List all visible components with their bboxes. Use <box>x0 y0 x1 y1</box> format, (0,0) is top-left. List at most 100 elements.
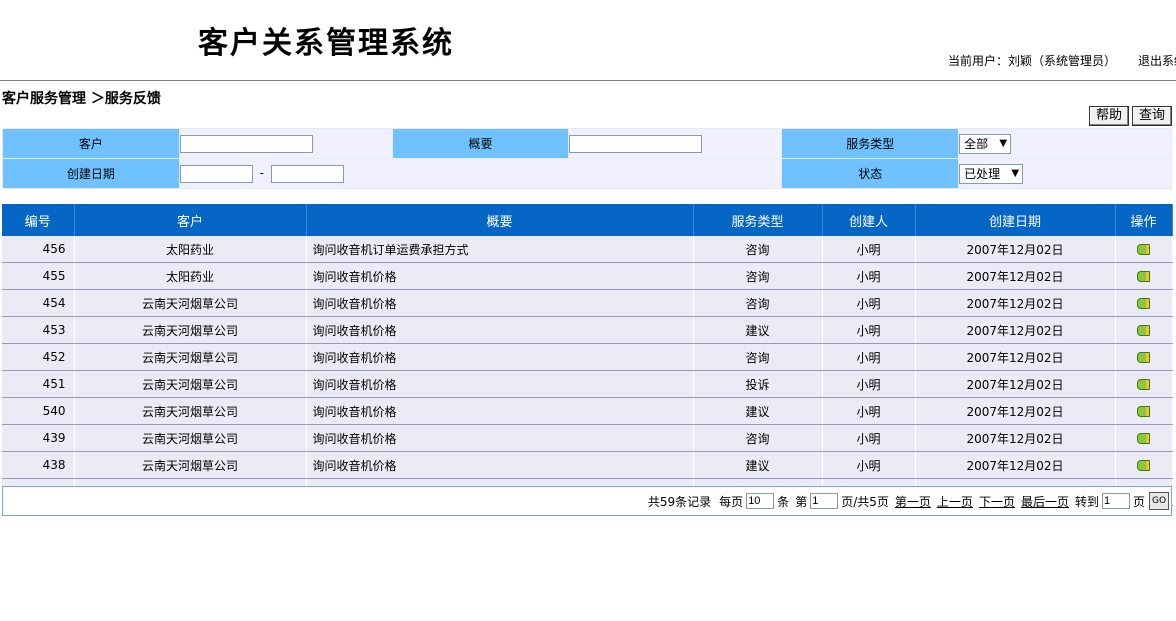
row-summary: 询问收音机价格 <box>306 424 694 452</box>
service-type-value: 全部 <box>964 136 989 151</box>
customer-label: 客户 <box>2 128 180 159</box>
row-service-type: 咨询 <box>693 236 823 263</box>
edit-arrow-icon[interactable] <box>1137 460 1150 471</box>
row-created-date: 2007年12月02日 <box>915 370 1116 398</box>
row-id: 438 <box>2 451 75 479</box>
row-action <box>1115 343 1173 371</box>
row-summary: 询问收音机价格 <box>306 262 694 290</box>
last-page-link[interactable]: 最后一页 <box>1021 493 1069 510</box>
per-page-suffix: 条 <box>777 494 790 509</box>
edit-arrow-icon[interactable] <box>1137 244 1150 255</box>
row-id: 452 <box>2 343 75 371</box>
service-type-select[interactable]: 全部 ▼ <box>959 133 1012 154</box>
edit-arrow-icon[interactable] <box>1137 298 1150 309</box>
row-creator: 小明 <box>822 397 916 425</box>
service-type-label: 服务类型 <box>781 128 960 159</box>
chevron-down-icon: ▼ <box>1011 167 1020 179</box>
row-customer: 云南天河烟草公司 <box>74 316 307 344</box>
edit-arrow-icon[interactable] <box>1137 406 1150 417</box>
row-service-type: 投诉 <box>693 370 823 398</box>
search-form: 客户 概要 服务类型 全部 ▼ 创建日期 - 状态 已处理 ▼ <box>2 128 1172 189</box>
per-page-input[interactable] <box>746 493 775 509</box>
row-creator: 小明 <box>822 262 916 290</box>
table-row: 455 太阳药业 询问收音机价格 咨询 小明 2007年12月02日 <box>2 262 1173 290</box>
table-row: 454 云南天河烟草公司 询问收音机价格 咨询 小明 2007年12月02日 <box>2 289 1173 317</box>
row-created-date: 2007年12月02日 <box>915 451 1116 479</box>
row-service-type: 咨询 <box>693 343 823 371</box>
status-value: 已处理 <box>964 166 1001 181</box>
row-action <box>1115 289 1173 317</box>
row-created-date: 2007年12月02日 <box>915 343 1116 371</box>
breadcrumb: 客户服务管理 ＞服务反馈 <box>2 91 161 107</box>
status-select[interactable]: 已处理 ▼ <box>959 163 1024 184</box>
status-label: 状态 <box>781 158 960 189</box>
goto-page-input[interactable] <box>1101 493 1130 509</box>
table-row: 456 太阳药业 询问收音机订单运费承担方式 咨询 小明 2007年12月02日 <box>2 236 1173 263</box>
edit-arrow-icon[interactable] <box>1137 352 1150 363</box>
row-id: 454 <box>2 289 75 317</box>
row-customer: 云南天河烟草公司 <box>74 451 307 479</box>
next-page-link[interactable]: 下一页 <box>979 493 1015 510</box>
edit-arrow-icon[interactable] <box>1137 271 1150 282</box>
page-prefix: 第 <box>795 494 808 509</box>
edit-arrow-icon[interactable] <box>1137 433 1150 444</box>
prev-page-link[interactable]: 上一页 <box>937 493 973 510</box>
customer-input[interactable] <box>179 134 313 153</box>
feedback-table: 编号 客户 概要 服务类型 创建人 创建日期 操作 456 太阳药业 询问收音机订单运费承担方式… <box>2 204 1173 506</box>
app-header: 客户关系管理系统 当前用户：刘颖（系统管理员） 退出系统 <box>0 0 1176 81</box>
column-header: 创建日期 <box>915 204 1116 236</box>
per-page-prefix: 每页 <box>719 494 744 509</box>
row-customer: 云南天河烟草公司 <box>74 397 307 425</box>
toolbar: 帮助 查询 <box>1088 106 1172 126</box>
column-header: 客户 <box>74 204 307 236</box>
row-action <box>1115 424 1173 452</box>
summary-input[interactable] <box>569 134 703 153</box>
row-creator: 小明 <box>822 451 916 479</box>
column-header: 服务类型 <box>693 204 823 236</box>
row-action <box>1115 451 1173 479</box>
row-created-date: 2007年12月02日 <box>915 316 1116 344</box>
row-service-type: 建议 <box>693 451 823 479</box>
row-action <box>1115 236 1173 263</box>
row-creator: 小明 <box>822 236 916 263</box>
first-page-link[interactable]: 第一页 <box>895 493 931 510</box>
row-service-type: 建议 <box>693 316 823 344</box>
row-creator: 小明 <box>822 343 916 371</box>
row-customer: 云南天河烟草公司 <box>74 343 307 371</box>
go-button[interactable]: GO <box>1149 492 1169 510</box>
row-service-type: 咨询 <box>693 262 823 290</box>
row-creator: 小明 <box>822 289 916 317</box>
table-row: 540 云南天河烟草公司 询问收音机价格 建议 小明 2007年12月02日 <box>2 397 1173 425</box>
row-customer: 太阳药业 <box>74 236 307 263</box>
row-action <box>1115 397 1173 425</box>
row-id: 456 <box>2 236 75 263</box>
row-customer: 太阳药业 <box>74 262 307 290</box>
table-body: 456 太阳药业 询问收音机订单运费承担方式 咨询 小明 2007年12月02日 455 太阳… <box>2 236 1173 506</box>
current-user: 当前用户：刘颖（系统管理员） <box>948 54 1117 68</box>
row-action <box>1115 262 1173 290</box>
table-row: 439 云南天河烟草公司 询问收音机价格 咨询 小明 2007年12月02日 <box>2 424 1173 452</box>
table-row: 438 云南天河烟草公司 询问收音机价格 建议 小明 2007年12月02日 <box>2 451 1173 479</box>
row-id: 451 <box>2 370 75 398</box>
goto-suffix: 页 <box>1132 494 1145 509</box>
date-end-input[interactable] <box>270 164 344 183</box>
user-bar: 当前用户：刘颖（系统管理员） 退出系统 <box>948 52 1176 69</box>
row-id: 439 <box>2 424 75 452</box>
column-header: 编号 <box>2 204 75 236</box>
row-service-type: 咨询 <box>693 289 823 317</box>
pagination: 共59条记录 每页 条 第 页/共5页 第一页 上一页 下一页 最后一页 转到 … <box>2 486 1172 516</box>
row-service-type: 咨询 <box>693 424 823 452</box>
logout-link[interactable]: 退出系统 <box>1138 54 1176 68</box>
row-summary: 询问收音机价格 <box>306 289 694 317</box>
help-button[interactable]: 帮助 <box>1088 106 1129 126</box>
query-button[interactable]: 查询 <box>1131 106 1172 126</box>
row-summary: 询问收音机价格 <box>306 316 694 344</box>
edit-arrow-icon[interactable] <box>1137 325 1150 336</box>
page-input[interactable] <box>810 493 839 509</box>
goto-prefix: 转到 <box>1074 494 1099 509</box>
row-summary: 询问收音机订单运费承担方式 <box>306 236 694 263</box>
row-id: 540 <box>2 397 75 425</box>
date-start-input[interactable] <box>179 164 253 183</box>
row-summary: 询问收音机价格 <box>306 343 694 371</box>
edit-arrow-icon[interactable] <box>1137 379 1150 390</box>
